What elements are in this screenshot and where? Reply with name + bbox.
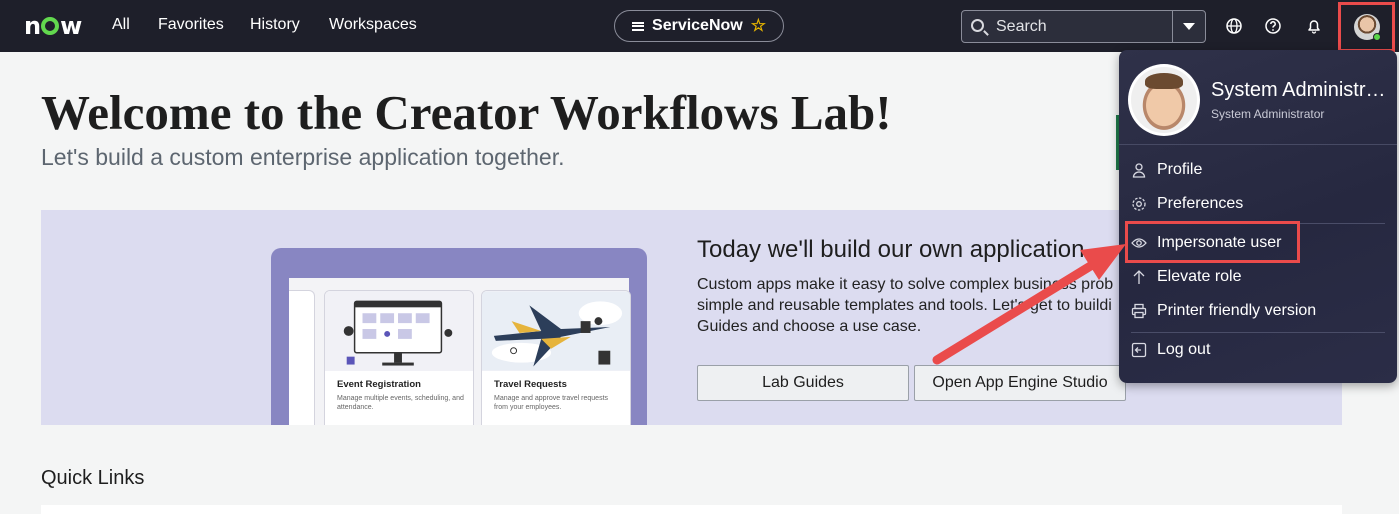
context-pill-label: ServiceNow <box>652 17 743 34</box>
search-icon <box>971 19 984 32</box>
star-icon[interactable]: ☆ <box>751 16 766 36</box>
globe-icon[interactable] <box>1225 17 1243 35</box>
nav-favorites[interactable]: Favorites <box>158 16 224 34</box>
avatar-photo <box>1131 67 1197 133</box>
menu-item-label: Log out <box>1157 341 1211 358</box>
menu-item-label: Printer friendly version <box>1157 302 1317 319</box>
banner-description-line: Guides and choose a use case. <box>697 318 922 335</box>
search-scope-dropdown[interactable] <box>1173 11 1205 42</box>
bell-icon[interactable] <box>1305 17 1323 35</box>
user-avatar-button[interactable] <box>1338 2 1395 52</box>
search-input[interactable] <box>996 11 1166 42</box>
user-menu-header: System Administra... System Administrato… <box>1119 50 1397 145</box>
menu-item-label: Preferences <box>1157 195 1244 212</box>
quick-links-heading: Quick Links <box>41 467 145 489</box>
global-search <box>961 10 1206 43</box>
printer-icon <box>1131 303 1147 319</box>
impersonate-highlight-box <box>1125 221 1300 263</box>
card-title: Travel Requests <box>494 379 567 390</box>
event-registration-card: Event Registration Manage multiple event… <box>324 290 474 425</box>
person-icon <box>1132 163 1146 178</box>
nav-all[interactable]: All <box>112 16 130 34</box>
banner-description-line: simple and reusable templates and tools.… <box>697 297 1112 314</box>
card-title: Event Registration <box>337 379 421 390</box>
help-icon[interactable] <box>1264 17 1282 35</box>
menu-item-profile[interactable]: Profile <box>1131 153 1385 187</box>
menu-item-log-out[interactable]: Log out <box>1131 333 1385 367</box>
arrow-up-icon <box>1133 270 1145 284</box>
banner-description-line: Custom apps make it easy to solve comple… <box>697 276 1114 293</box>
card-description: Manage and approve travel requests from … <box>494 395 609 411</box>
logout-icon <box>1131 342 1147 358</box>
lab-guides-button[interactable]: Lab Guides <box>697 365 909 401</box>
event-registration-illustration <box>325 291 473 371</box>
avatar <box>1128 64 1200 136</box>
nav-history[interactable]: History <box>250 16 300 34</box>
travel-requests-card: Travel Requests Manage and approve trave… <box>481 290 631 425</box>
travel-requests-illustration <box>482 291 630 371</box>
user-role: System Administrator <box>1211 107 1325 121</box>
menu-item-label: Elevate role <box>1157 268 1242 285</box>
open-app-engine-studio-button[interactable]: Open App Engine Studio <box>914 365 1126 401</box>
logo-o-mark <box>41 17 60 35</box>
presence-online-indicator <box>1373 33 1381 41</box>
page-subtitle: Let's build a custom enterprise applicat… <box>41 144 565 170</box>
laptop-screen: Event Registration Manage multiple event… <box>289 278 631 425</box>
quick-links-panel <box>41 505 1342 514</box>
laptop-illustration: Event Registration Manage multiple event… <box>271 248 647 425</box>
menu-item-elevate-role[interactable]: Elevate role <box>1131 260 1385 294</box>
banner-heading: Today we'll build our own application <box>697 236 1085 263</box>
nav-workspaces[interactable]: Workspaces <box>329 16 417 34</box>
list-icon <box>632 21 645 31</box>
menu-item-printer-friendly[interactable]: Printer friendly version <box>1131 294 1385 328</box>
user-name: System Administra... <box>1211 79 1391 101</box>
banner-description: Custom apps make it easy to solve comple… <box>697 274 1137 337</box>
top-navigation-bar: nw All Favorites History Workspaces Serv… <box>0 0 1399 52</box>
context-pill-button[interactable]: ServiceNow ☆ <box>614 10 784 42</box>
card-description: Manage multiple events, scheduling, and … <box>337 395 464 411</box>
servicenow-logo[interactable]: nw <box>24 12 82 40</box>
gear-icon <box>1132 197 1146 211</box>
menu-item-label: Profile <box>1157 161 1203 178</box>
menu-item-preferences[interactable]: Preferences <box>1131 187 1385 221</box>
user-menu-dropdown: System Administra... System Administrato… <box>1119 50 1397 383</box>
partial-app-card <box>289 290 315 425</box>
page-title: Welcome to the Creator Workflows Lab! <box>41 85 892 140</box>
